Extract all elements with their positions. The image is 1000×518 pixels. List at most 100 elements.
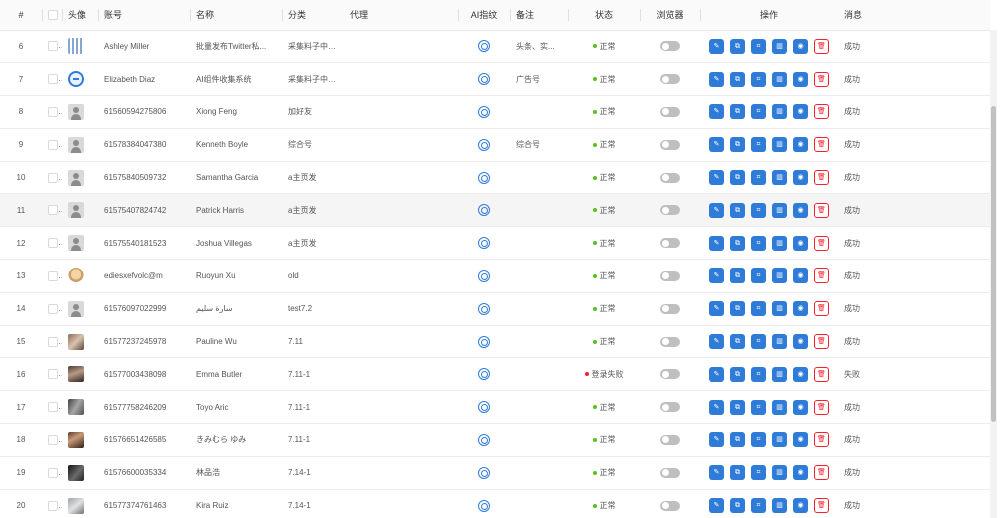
row-checkbox[interactable]	[48, 139, 58, 150]
delete-icon[interactable]: 🗑	[814, 137, 829, 153]
browser-cell[interactable]	[640, 292, 700, 325]
ai-fingerprint-cell[interactable]	[458, 227, 510, 260]
table-row[interactable]: 14 61576097022999 سارة سليم test7.2 正常 ✎…	[0, 292, 990, 326]
row-select-cell[interactable]	[42, 161, 62, 194]
copy-icon[interactable]: ⧉	[730, 301, 745, 317]
ai-fingerprint-cell[interactable]	[458, 292, 510, 325]
chart-icon[interactable]: ▥	[772, 498, 787, 514]
fingerprint-icon[interactable]	[478, 138, 490, 151]
browser-cell[interactable]	[640, 63, 700, 96]
scan-icon[interactable]: ⌗	[751, 465, 766, 481]
edit-icon[interactable]: ✎	[709, 399, 724, 415]
row-checkbox[interactable]	[48, 402, 58, 413]
copy-icon[interactable]: ⧉	[730, 235, 745, 251]
vertical-scrollbar[interactable]	[990, 30, 997, 518]
chart-icon[interactable]: ▥	[772, 334, 787, 350]
edit-icon[interactable]: ✎	[709, 202, 724, 218]
edit-icon[interactable]: ✎	[709, 301, 724, 317]
chart-icon[interactable]: ▥	[772, 465, 787, 481]
copy-icon[interactable]: ⧉	[730, 104, 745, 120]
chart-icon[interactable]: ▥	[772, 71, 787, 87]
edit-icon[interactable]: ✎	[709, 268, 724, 284]
ai-fingerprint-cell[interactable]	[458, 456, 510, 489]
row-select-cell[interactable]	[42, 63, 62, 96]
ai-fingerprint-cell[interactable]	[458, 325, 510, 358]
browser-toggle[interactable]	[660, 238, 680, 249]
copy-icon[interactable]: ⧉	[730, 432, 745, 448]
ai-fingerprint-cell[interactable]	[458, 128, 510, 161]
row-select-cell[interactable]	[42, 260, 62, 293]
copy-icon[interactable]: ⧉	[730, 334, 745, 350]
fingerprint-icon[interactable]	[478, 269, 490, 282]
edit-icon[interactable]: ✎	[709, 170, 724, 186]
column-header-select[interactable]	[42, 0, 62, 31]
scan-icon[interactable]: ⌗	[751, 71, 766, 87]
browser-toggle[interactable]	[660, 172, 680, 183]
view-icon[interactable]: ◉	[793, 71, 808, 87]
row-checkbox[interactable]	[48, 205, 58, 216]
fingerprint-icon[interactable]	[478, 40, 490, 53]
table-row[interactable]: 13 ediesxefvolc@m Ruoyun Xu old 正常 ✎ ⧉ ⌗ ▥ ◉…	[0, 260, 990, 293]
row-checkbox[interactable]	[48, 336, 58, 347]
chart-icon[interactable]: ▥	[772, 366, 787, 382]
fingerprint-icon[interactable]	[478, 335, 490, 348]
view-icon[interactable]: ◉	[793, 465, 808, 481]
chart-icon[interactable]: ▥	[772, 38, 787, 54]
table-row[interactable]: 11 61575407824742 Patrick Harris a主页发 正常…	[0, 193, 990, 227]
delete-icon[interactable]: 🗑	[814, 104, 829, 120]
ai-fingerprint-cell[interactable]	[458, 161, 510, 194]
edit-icon[interactable]: ✎	[709, 465, 724, 481]
scan-icon[interactable]: ⌗	[751, 301, 766, 317]
view-icon[interactable]: ◉	[793, 498, 808, 514]
row-select-cell[interactable]	[42, 227, 62, 260]
edit-icon[interactable]: ✎	[709, 366, 724, 382]
table-row[interactable]: 9 61578384047380 Kenneth Boyle 综合号 综合号 正…	[0, 128, 990, 162]
delete-icon[interactable]: 🗑	[814, 498, 829, 514]
ai-fingerprint-cell[interactable]	[458, 96, 510, 129]
view-icon[interactable]: ◉	[793, 137, 808, 153]
edit-icon[interactable]: ✎	[709, 71, 724, 87]
browser-toggle[interactable]	[660, 41, 680, 52]
scan-icon[interactable]: ⌗	[751, 334, 766, 350]
row-select-cell[interactable]	[42, 391, 62, 424]
row-checkbox[interactable]	[48, 238, 58, 249]
browser-cell[interactable]	[640, 424, 700, 457]
view-icon[interactable]: ◉	[793, 38, 808, 54]
edit-icon[interactable]: ✎	[709, 334, 724, 350]
fingerprint-icon[interactable]	[478, 204, 490, 217]
browser-toggle[interactable]	[660, 303, 680, 314]
delete-icon[interactable]: 🗑	[814, 235, 829, 251]
browser-toggle[interactable]	[660, 336, 680, 347]
edit-icon[interactable]: ✎	[709, 38, 724, 54]
delete-icon[interactable]: 🗑	[814, 334, 829, 350]
fingerprint-icon[interactable]	[478, 499, 490, 512]
delete-icon[interactable]: 🗑	[814, 71, 829, 87]
chart-icon[interactable]: ▥	[772, 268, 787, 284]
edit-icon[interactable]: ✎	[709, 104, 724, 120]
view-icon[interactable]: ◉	[793, 235, 808, 251]
table-row[interactable]: 12 61575540181523 Joshua Villegas a主页发 正…	[0, 227, 990, 260]
row-select-cell[interactable]	[42, 424, 62, 457]
ai-fingerprint-cell[interactable]	[458, 30, 510, 63]
copy-icon[interactable]: ⧉	[730, 137, 745, 153]
row-select-cell[interactable]	[42, 96, 62, 129]
fingerprint-icon[interactable]	[478, 401, 490, 414]
table-row[interactable]: 19 61576600035334 林品浩 7.14-1 正常 ✎ ⧉ ⌗ ▥ ◉ 🗑 成…	[0, 456, 990, 490]
edit-icon[interactable]: ✎	[709, 137, 724, 153]
browser-toggle[interactable]	[660, 74, 680, 85]
view-icon[interactable]: ◉	[793, 334, 808, 350]
scan-icon[interactable]: ⌗	[751, 202, 766, 218]
row-select-cell[interactable]	[42, 489, 62, 518]
browser-toggle[interactable]	[660, 434, 680, 445]
delete-icon[interactable]: 🗑	[814, 399, 829, 415]
row-checkbox[interactable]	[48, 270, 58, 281]
row-checkbox[interactable]	[48, 41, 58, 52]
scan-icon[interactable]: ⌗	[751, 137, 766, 153]
ai-fingerprint-cell[interactable]	[458, 391, 510, 424]
table-row[interactable]: 18 61576651426585 きみむら ゆみ 7.11-1 正常 ✎ ⧉ ⌗ ▥…	[0, 424, 990, 457]
browser-cell[interactable]	[640, 358, 700, 391]
view-icon[interactable]: ◉	[793, 366, 808, 382]
copy-icon[interactable]: ⧉	[730, 268, 745, 284]
browser-cell[interactable]	[640, 489, 700, 518]
row-checkbox[interactable]	[48, 106, 58, 117]
